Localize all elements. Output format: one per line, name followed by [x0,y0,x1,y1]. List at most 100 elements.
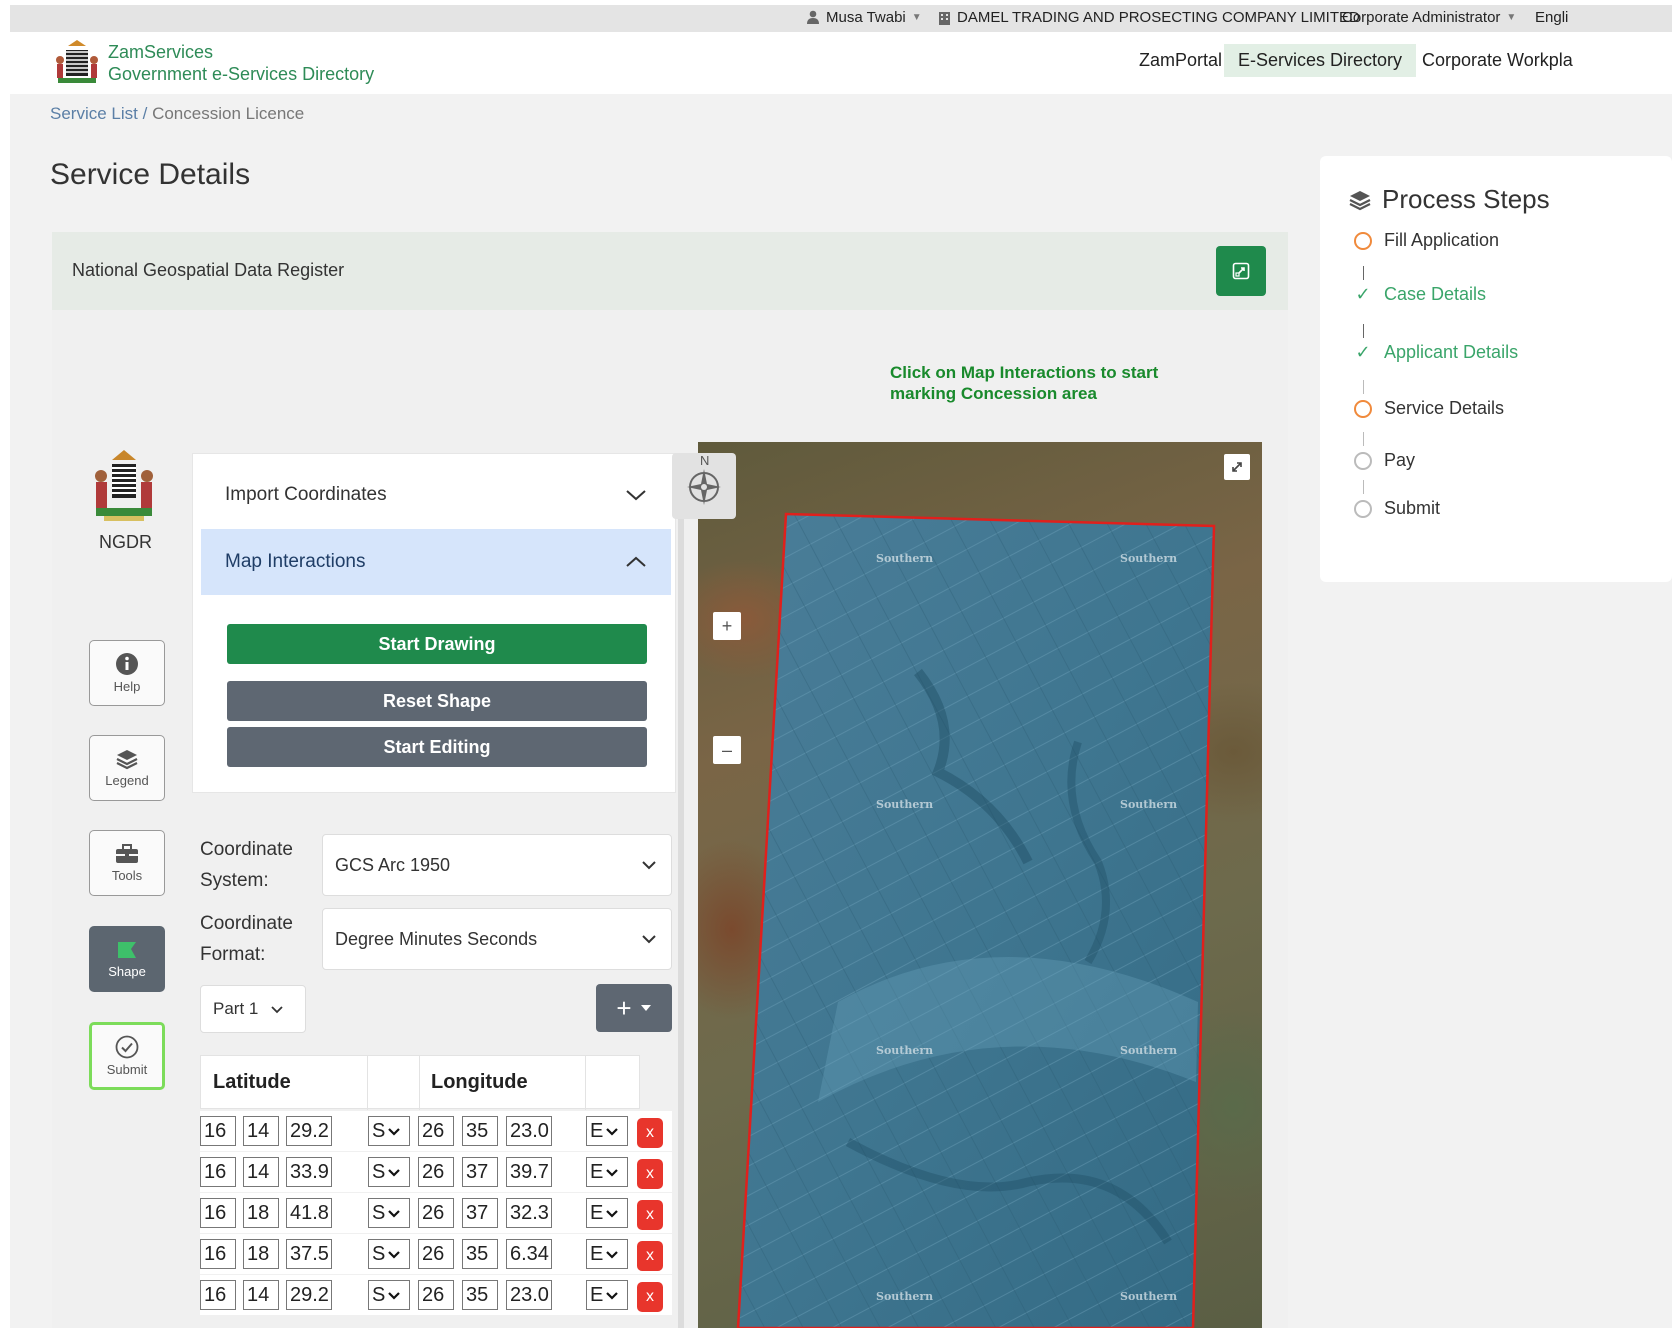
lon-seconds-input[interactable]: 6.34 [506,1239,552,1269]
lon-degrees-input[interactable]: 26 [418,1157,454,1187]
chevron-down-icon [606,1209,619,1218]
help-button[interactable]: Help [89,640,165,706]
lat-hemisphere-select[interactable]: S [368,1280,410,1310]
lat-degrees-input[interactable]: 16 [200,1116,236,1146]
coordinate-format-select[interactable]: Degree Minutes Seconds [322,908,672,970]
breadcrumb-service-list[interactable]: Service List [50,104,138,123]
lat-hemisphere-select[interactable]: S [368,1198,410,1228]
language-label: Engli [1535,9,1569,26]
lon-minutes-input[interactable]: 35 [462,1116,498,1146]
lat-minutes-input[interactable]: 14 [243,1116,279,1146]
lat-seconds-input[interactable]: 33.9 [286,1157,332,1187]
step-applicant-details[interactable]: ✓ Applicant Details [1354,342,1518,363]
satellite-map[interactable]: Southern Southern Southern Southern Sout… [698,442,1262,1328]
lon-minutes-input[interactable]: 37 [462,1198,498,1228]
fullscreen-icon [1232,462,1242,472]
coordinate-format-label: Coordinate Format: [200,913,293,965]
lat-degrees-input[interactable]: 16 [200,1198,236,1228]
map-interactions-toggle[interactable]: Map Interactions [201,529,671,595]
legend-button[interactable]: Legend [89,735,165,801]
chevron-down-icon [606,1250,619,1259]
lat-degrees-input[interactable]: 16 [200,1280,236,1310]
zoom-out-button[interactable]: – [713,736,741,764]
zoom-in-button[interactable]: + [713,612,741,640]
import-coordinates-toggle[interactable]: Import Coordinates [201,462,671,528]
fullscreen-button[interactable] [1224,454,1250,480]
nav-zamportal[interactable]: ZamPortal [1125,44,1236,77]
company-menu[interactable]: DAMEL TRADING AND PROSECTING COMPANY LIM… [938,9,1360,26]
lat-seconds-input[interactable]: 37.5 [286,1239,332,1269]
lat-minutes-input[interactable]: 14 [243,1157,279,1187]
coordinate-format-value: Degree Minutes Seconds [335,928,538,949]
lon-degrees-input[interactable]: 26 [418,1116,454,1146]
brand-title[interactable]: ZamServices [108,42,213,63]
lon-hemisphere-select[interactable]: E [586,1239,628,1269]
lon-seconds-input[interactable]: 23.0 [506,1280,552,1310]
lat-hemisphere-select[interactable]: S [368,1239,410,1269]
lat-hemisphere-select[interactable]: S [368,1116,410,1146]
process-steps-panel: Process Steps Fill Application ✓ Case De… [1320,156,1672,582]
submit-side-button[interactable]: Submit [89,1022,165,1090]
lat-minutes-input[interactable]: 18 [243,1198,279,1228]
coordinate-system-label: Coordinate System: [200,839,293,891]
lon-degrees-input[interactable]: 26 [418,1239,454,1269]
expand-button[interactable] [1216,246,1266,296]
lon-degrees-input[interactable]: 26 [418,1198,454,1228]
step-service-details[interactable]: Service Details [1354,398,1504,419]
add-part-button[interactable]: + [596,984,672,1032]
part-select[interactable]: Part 1 [200,985,306,1033]
zoom-in-icon: + [721,615,733,636]
compass-control[interactable]: N [672,453,736,519]
lat-seconds-input[interactable]: 41.8 [286,1198,332,1228]
step-pay[interactable]: Pay [1354,450,1415,471]
lon-hemisphere-select[interactable]: E [586,1116,628,1146]
delete-row-button[interactable]: x [637,1200,663,1230]
chevron-down-icon [642,935,656,944]
lon-hemisphere-select[interactable]: E [586,1198,628,1228]
panel-scrollbar[interactable] [678,453,684,1328]
brand-subtitle[interactable]: Government e-Services Directory [108,64,374,85]
table-row: 16 18 41.8 S 26 37 32.3 E x [200,1193,672,1233]
lon-seconds-input[interactable]: 32.3 [506,1198,552,1228]
step-submit[interactable]: Submit [1354,498,1440,519]
lon-hemisphere-select[interactable]: E [586,1157,628,1187]
circle-icon [1354,231,1372,250]
nav-corporate-workplace[interactable]: Corporate Workpla [1408,44,1587,77]
chevron-up-icon [626,556,646,567]
reset-shape-button[interactable]: Reset Shape [227,681,647,721]
breadcrumb-current: Concession Licence [152,104,305,123]
user-menu[interactable]: Musa Twabi ▼ [806,9,922,26]
lon-hemisphere-select[interactable]: E [586,1280,628,1310]
lon-seconds-input[interactable]: 39.7 [506,1157,552,1187]
language-menu[interactable]: Engli [1535,9,1568,26]
delete-row-button[interactable]: x [637,1241,663,1271]
lon-minutes-input[interactable]: 37 [462,1157,498,1187]
lat-degrees-input[interactable]: 16 [200,1157,236,1187]
step-fill-application[interactable]: Fill Application [1354,230,1499,251]
step-case-details[interactable]: ✓ Case Details [1354,284,1486,305]
lon-minutes-input[interactable]: 35 [462,1239,498,1269]
user-name: Musa Twabi [826,9,906,26]
shape-button[interactable]: Shape [89,926,165,992]
role-menu[interactable]: Corporate Administrator ▼ [1342,9,1516,26]
lat-seconds-input[interactable]: 29.2 [286,1116,332,1146]
lat-minutes-input[interactable]: 14 [243,1280,279,1310]
lat-minutes-input[interactable]: 18 [243,1239,279,1269]
nav-eservices-directory[interactable]: E-Services Directory [1224,44,1417,77]
tools-button[interactable]: Tools [89,830,165,896]
delete-row-button[interactable]: x [637,1159,663,1189]
lon-seconds-input[interactable]: 23.0 [506,1116,552,1146]
delete-row-button[interactable]: x [637,1118,663,1148]
start-editing-button[interactable]: Start Editing [227,727,647,767]
lat-degrees-input[interactable]: 16 [200,1239,236,1269]
coordinate-system-select[interactable]: GCS Arc 1950 [322,834,672,896]
table-row: 16 18 37.5 S 26 35 6.34 E x [200,1234,672,1274]
lon-degrees-input[interactable]: 26 [418,1280,454,1310]
start-drawing-button[interactable]: Start Drawing [227,624,647,664]
delete-row-button[interactable]: x [637,1282,663,1312]
caret-down-icon: ▼ [1506,12,1517,23]
lon-minutes-input[interactable]: 35 [462,1280,498,1310]
lat-hemisphere-select[interactable]: S [368,1157,410,1187]
company-name: DAMEL TRADING AND PROSECTING COMPANY LIM… [957,9,1360,26]
lat-seconds-input[interactable]: 29.2 [286,1280,332,1310]
